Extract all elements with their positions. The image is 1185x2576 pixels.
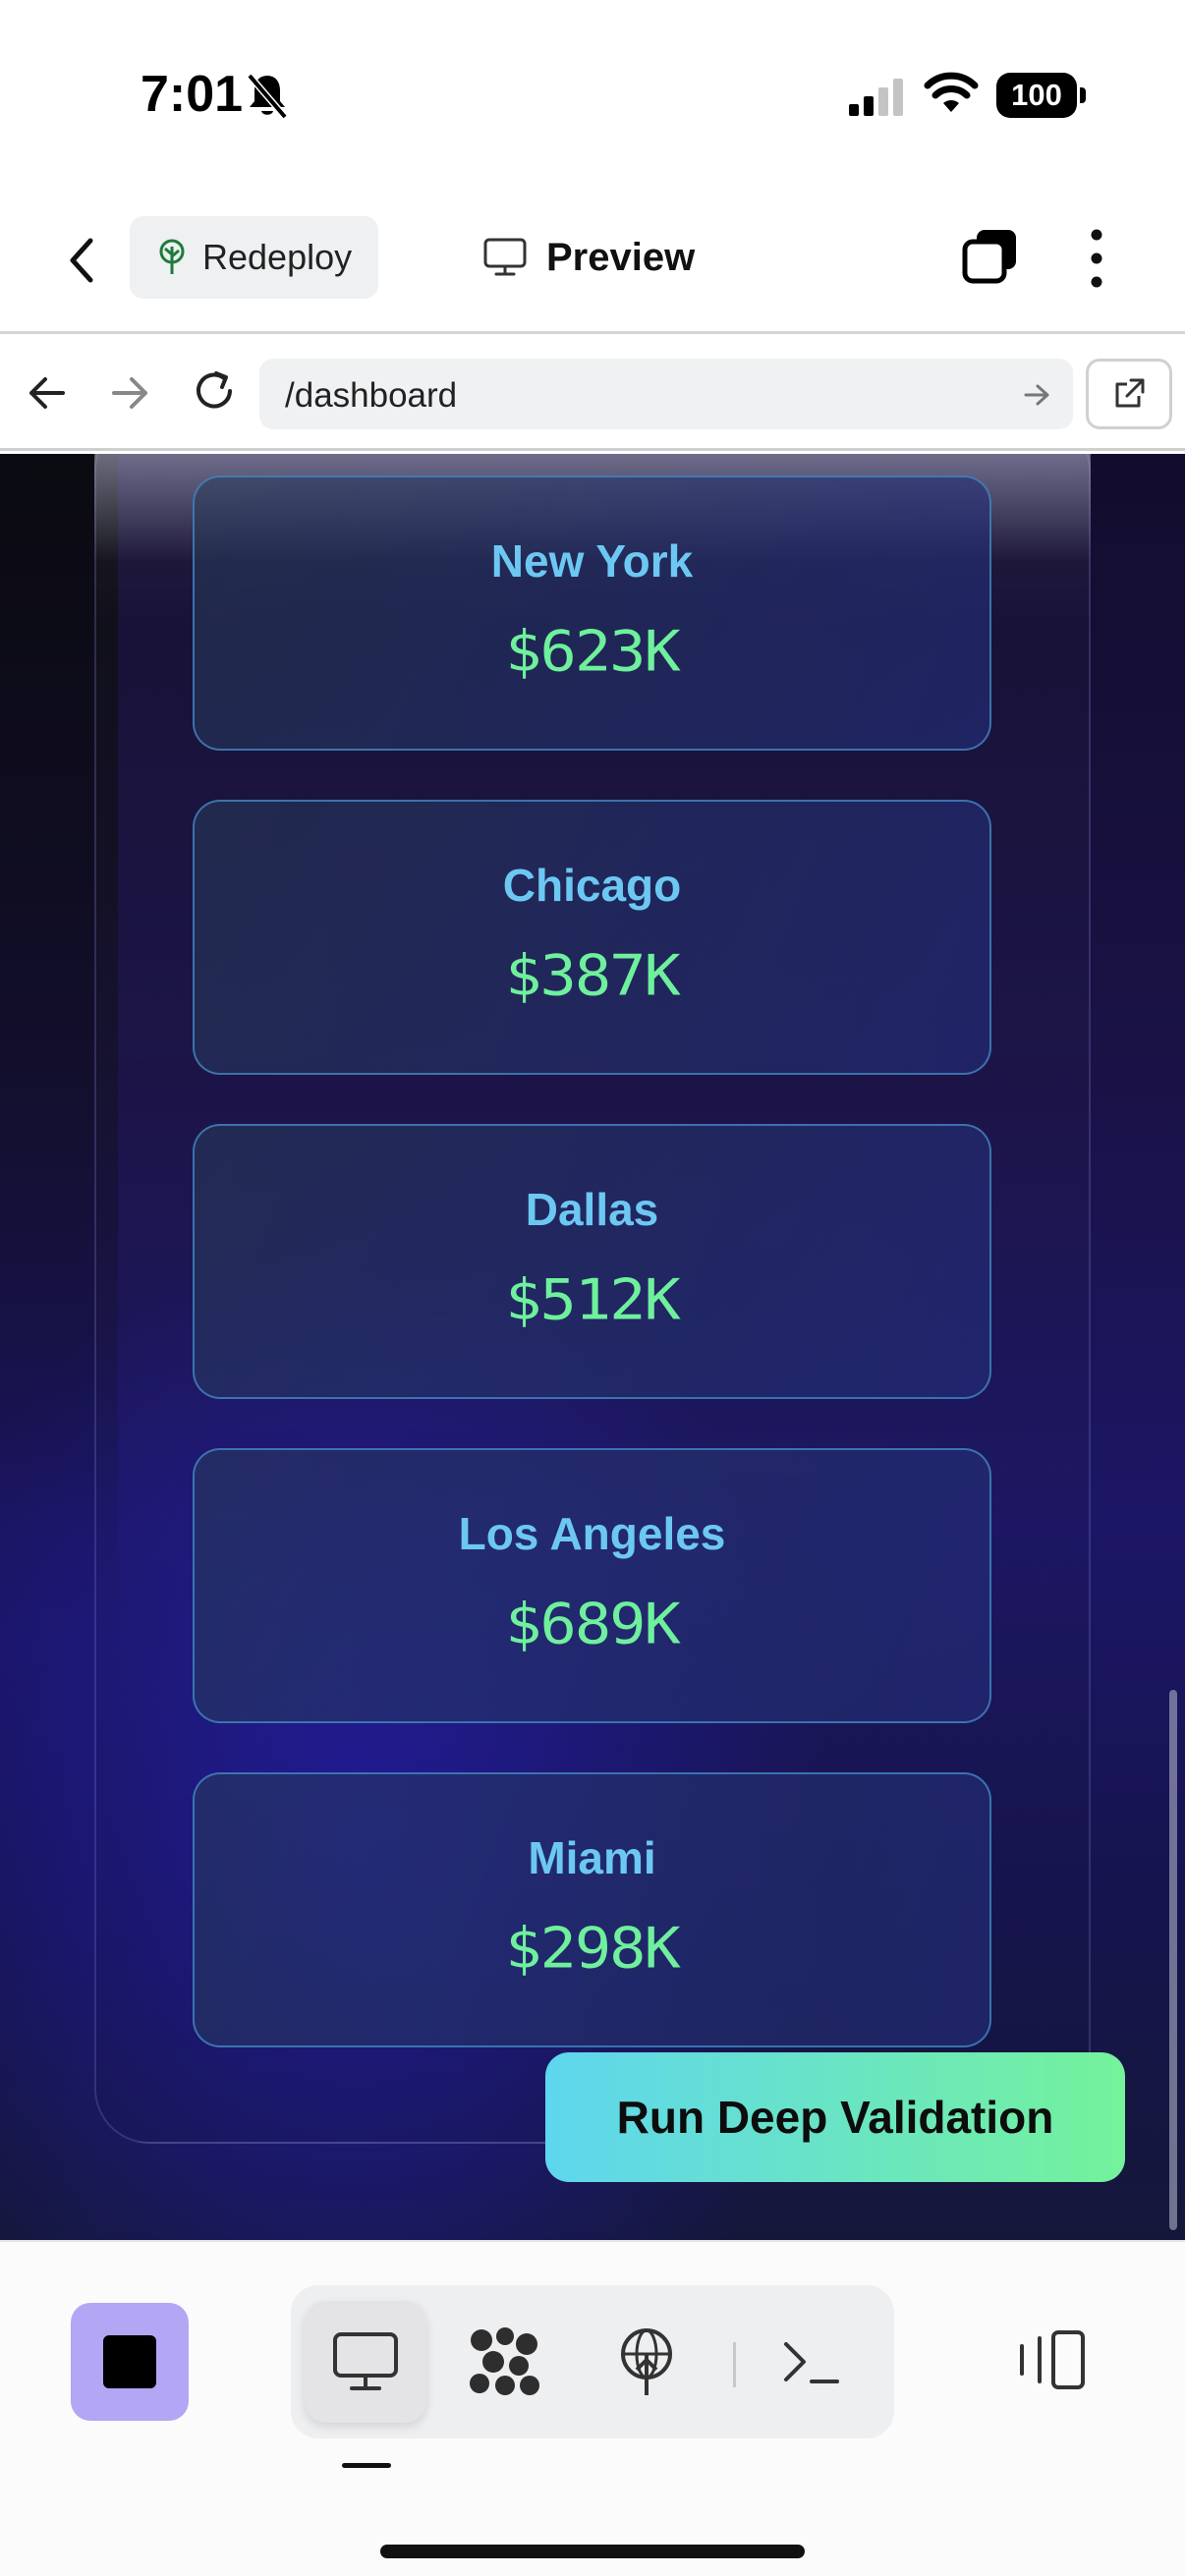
city-name: Dallas — [525, 1184, 659, 1235]
redeploy-button[interactable]: Redeploy — [130, 216, 378, 299]
city-name: New York — [490, 535, 694, 587]
tool-divider — [733, 2342, 736, 2387]
terminal-icon — [784, 2342, 839, 2383]
stop-button[interactable] — [71, 2303, 189, 2421]
open-external-button[interactable] — [1086, 359, 1172, 429]
tool-deploy[interactable] — [586, 2301, 707, 2423]
city-name: Miami — [528, 1832, 656, 1883]
chevron-left-icon[interactable] — [57, 231, 108, 290]
monitor-icon — [483, 238, 527, 276]
dashboard-viewport: New York $623K Chicago $387K Dallas $512… — [0, 454, 1185, 2240]
more-vertical-icon[interactable] — [1075, 226, 1118, 291]
url-input[interactable]: /dashboard — [259, 359, 1073, 429]
city-card[interactable]: Miami $298K — [193, 1772, 991, 2047]
scrollbar[interactable] — [1169, 1690, 1177, 2230]
deploy-globe-icon — [621, 2328, 672, 2395]
arrow-right-icon[interactable] — [106, 369, 153, 417]
city-card[interactable]: Dallas $512K — [193, 1124, 991, 1399]
arrow-left-icon[interactable] — [24, 369, 71, 417]
run-deep-validation-button[interactable]: Run Deep Validation — [545, 2052, 1125, 2182]
external-link-icon — [1115, 378, 1145, 408]
reload-icon[interactable] — [189, 365, 240, 417]
app-header: Redeploy Preview — [0, 187, 1185, 334]
cluster-icon — [470, 2327, 539, 2395]
bottom-toolbar — [0, 2240, 1185, 2576]
home-indicator[interactable] — [380, 2545, 805, 2558]
wifi-icon — [924, 72, 979, 112]
monitor-icon — [333, 2332, 398, 2390]
tool-group — [291, 2285, 894, 2438]
city-name: Los Angeles — [458, 1508, 726, 1559]
city-card[interactable]: Chicago $387K — [193, 800, 991, 1075]
tool-preview[interactable] — [305, 2301, 426, 2423]
layers-icon[interactable] — [959, 226, 1022, 289]
status-time: 7:01 — [141, 66, 244, 123]
arrow-right-icon[interactable] — [1022, 380, 1051, 410]
preview-tab[interactable]: Preview — [483, 222, 695, 293]
bell-slash-icon — [247, 73, 288, 120]
tool-terminal[interactable] — [751, 2301, 873, 2423]
browser-bar: /dashboard — [0, 337, 1185, 451]
panel-toggle-icon — [1020, 2330, 1085, 2389]
city-value: $387K — [505, 941, 681, 1009]
battery-icon: 100 — [996, 73, 1086, 118]
signal-icon — [849, 79, 903, 116]
city-card[interactable]: Los Angeles $689K — [193, 1448, 991, 1723]
city-value: $689K — [505, 1590, 681, 1657]
tree-icon — [159, 239, 185, 274]
url-text: /dashboard — [285, 376, 458, 415]
city-card[interactable]: New York $623K — [193, 476, 991, 751]
preview-label: Preview — [546, 235, 696, 279]
city-value: $623K — [505, 617, 681, 685]
city-value: $298K — [505, 1914, 681, 1982]
city-value: $512K — [505, 1265, 681, 1333]
panel-toggle-button[interactable] — [1012, 2311, 1091, 2409]
city-name: Chicago — [502, 860, 682, 911]
active-tool-indicator — [342, 2463, 391, 2468]
stop-icon — [103, 2335, 156, 2388]
status-bar: 7:01 100 — [0, 0, 1185, 187]
redeploy-label: Redeploy — [202, 237, 353, 277]
tool-cluster[interactable] — [444, 2301, 566, 2423]
